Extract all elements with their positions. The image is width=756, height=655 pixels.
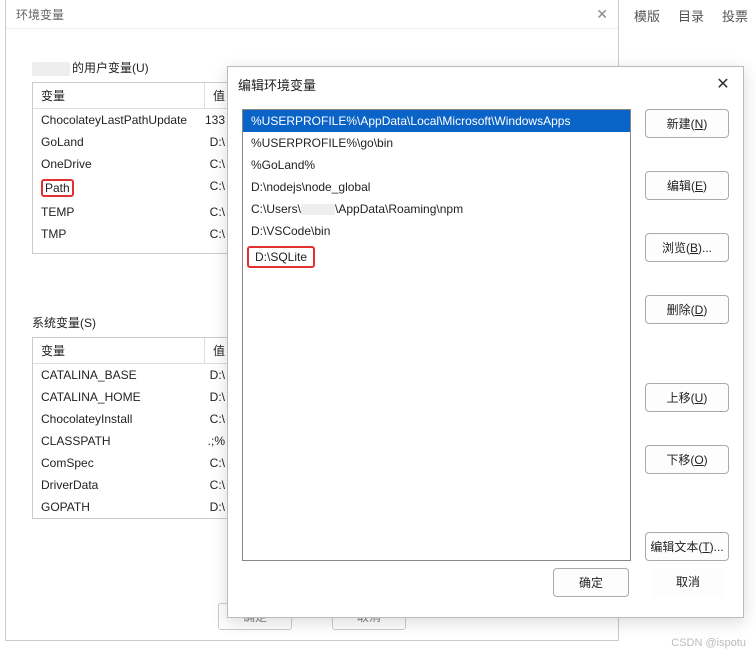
path-list[interactable]: %USERPROFILE%\AppData\Local\Microsoft\Wi…: [242, 109, 631, 561]
var-name: CATALINA_BASE: [33, 366, 202, 384]
table-row[interactable]: ChocolateyInstallC:\: [33, 408, 233, 430]
watermark: CSDN @ispotu: [671, 637, 746, 649]
list-item[interactable]: D:\nodejs\node_global: [243, 176, 630, 198]
edit-env-var-dialog: 编辑环境变量 ✕ %USERPROFILE%\AppData\Local\Mic…: [227, 66, 744, 618]
move-down-button[interactable]: 下移(O): [645, 445, 729, 474]
titlebar: 编辑环境变量 ✕: [228, 67, 743, 101]
var-name: TMP: [33, 225, 202, 243]
delete-button[interactable]: 删除(D): [645, 295, 729, 324]
dialog-footer: 确定 取消: [553, 568, 725, 605]
dialog-title: 环境变量: [16, 6, 64, 23]
table-row[interactable]: CATALINA_BASED:\: [33, 364, 233, 386]
var-name: CLASSPATH: [33, 432, 200, 450]
var-name: CATALINA_HOME: [33, 388, 202, 406]
var-name: ChocolateyLastPathUpdate: [33, 111, 197, 129]
list-item[interactable]: C:\Users\\AppData\Roaming\npm: [243, 198, 630, 220]
col-name: 变量: [33, 83, 205, 108]
edit-text-button[interactable]: 编辑文本(T)...: [645, 532, 729, 561]
browse-button[interactable]: 浏览(B)...: [645, 233, 729, 262]
col-name: 变量: [33, 338, 205, 363]
table-header: 变量 值: [33, 83, 233, 109]
table-row[interactable]: PathC:\: [33, 175, 233, 201]
table-row[interactable]: CLASSPATH.;%: [33, 430, 233, 452]
table-row[interactable]: ComSpecC:\: [33, 452, 233, 474]
list-item[interactable]: %USERPROFILE%\go\bin: [243, 132, 630, 154]
tab-vote[interactable]: 投票: [722, 6, 748, 25]
table-row[interactable]: TMPC:\: [33, 223, 233, 245]
move-up-button[interactable]: 上移(U): [645, 383, 729, 412]
table-row[interactable]: OneDriveC:\: [33, 153, 233, 175]
table-row[interactable]: ChocolateyLastPathUpdate133: [33, 109, 233, 131]
table-row[interactable]: DriverDataC:\: [33, 474, 233, 496]
list-item[interactable]: %GoLand%: [243, 154, 630, 176]
new-button[interactable]: 新建(N): [645, 109, 729, 138]
ok-button[interactable]: 确定: [553, 568, 629, 597]
table-row[interactable]: GoLandD:\: [33, 131, 233, 153]
dialog-title: 编辑环境变量: [238, 75, 316, 94]
table-row[interactable]: GOPATHD:\: [33, 496, 233, 518]
side-buttons: 新建(N) 编辑(E) 浏览(B)... 删除(D) 上移(U) 下移(O) 编…: [645, 109, 729, 569]
list-item-highlighted[interactable]: D:\SQLite: [247, 246, 315, 268]
var-name: TEMP: [33, 203, 202, 221]
tab-toc[interactable]: 目录: [678, 6, 704, 25]
top-tabs: 模版 目录 投票: [634, 0, 748, 31]
close-icon[interactable]: ✕: [713, 74, 733, 94]
table-header: 变量 值: [33, 338, 233, 364]
var-name: ChocolateyInstall: [33, 410, 202, 428]
sys-vars-table[interactable]: 变量 值 CATALINA_BASED:\CATALINA_HOMED:\Cho…: [32, 337, 234, 519]
cancel-button[interactable]: 取消: [651, 568, 725, 597]
var-name: Path: [33, 177, 202, 199]
var-name: GOPATH: [33, 498, 202, 516]
var-name: OneDrive: [33, 155, 202, 173]
tab-template[interactable]: 模版: [634, 6, 660, 25]
list-item[interactable]: D:\VSCode\bin: [243, 220, 630, 242]
table-row[interactable]: CATALINA_HOMED:\: [33, 386, 233, 408]
table-row[interactable]: TEMPC:\: [33, 201, 233, 223]
var-name: DriverData: [33, 476, 202, 494]
var-name: GoLand: [33, 133, 202, 151]
censored-username: [32, 62, 70, 76]
titlebar: 环境变量 ✕: [6, 0, 618, 29]
var-name: ComSpec: [33, 454, 202, 472]
close-icon[interactable]: ✕: [596, 6, 608, 23]
list-item[interactable]: %USERPROFILE%\AppData\Local\Microsoft\Wi…: [243, 110, 630, 132]
user-vars-table[interactable]: 变量 值 ChocolateyLastPathUpdate133GoLandD:…: [32, 82, 234, 254]
censored-username: [301, 204, 335, 215]
edit-button[interactable]: 编辑(E): [645, 171, 729, 200]
